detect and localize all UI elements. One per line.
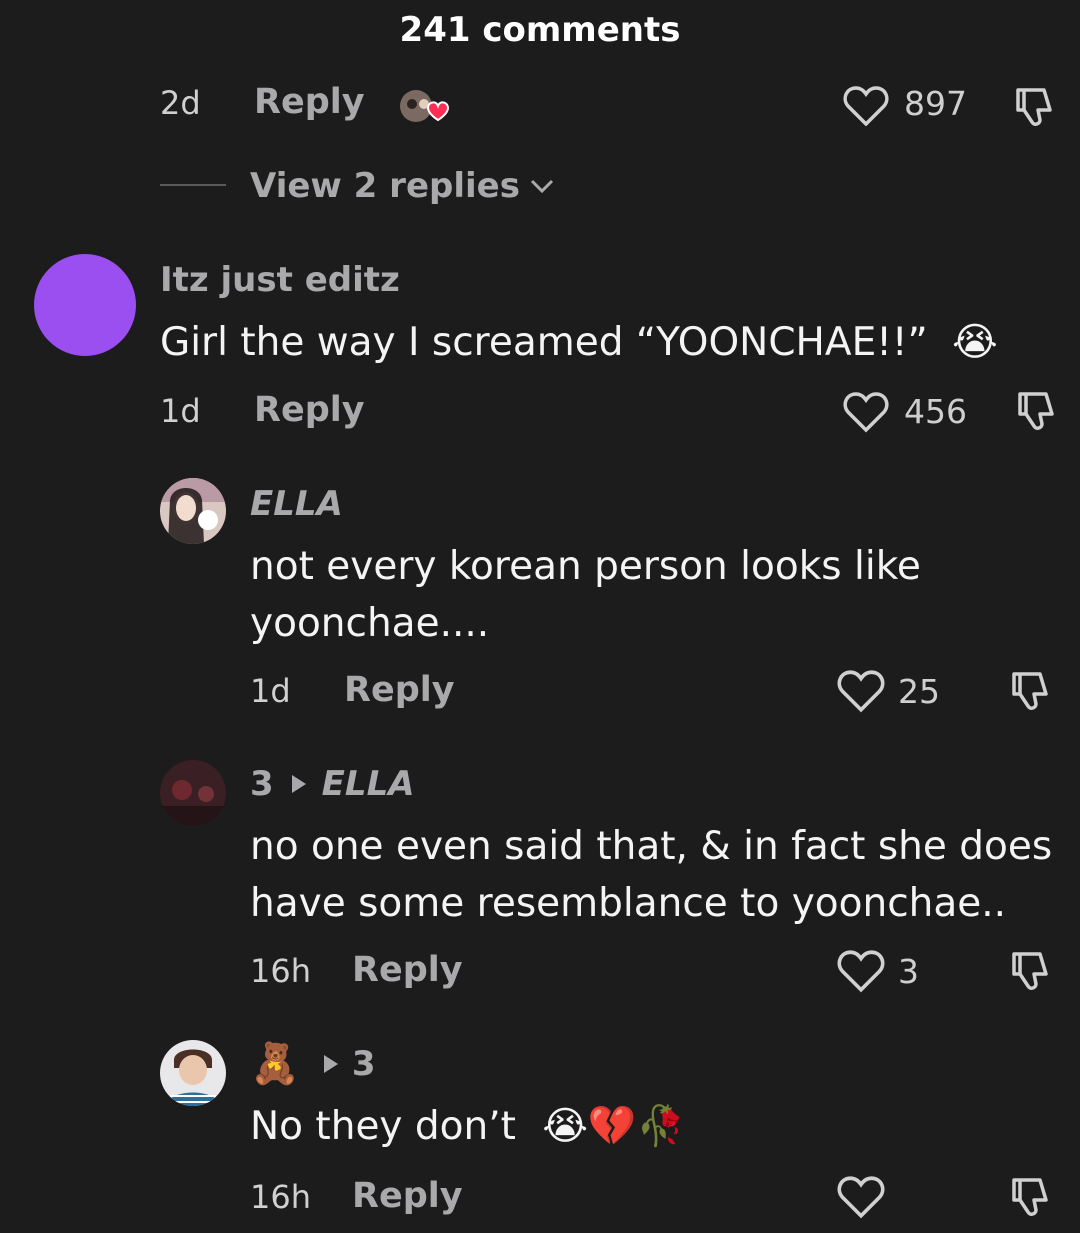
comment-timestamp: 1d <box>160 392 201 430</box>
heart-outline-icon <box>837 950 885 993</box>
reply-button[interactable]: Reply <box>352 950 463 990</box>
dislike-button[interactable] <box>1010 84 1058 128</box>
thumbs-down-outline-icon <box>1012 952 1048 990</box>
comment-text-line: no one even said that, & in fact she doe… <box>250 824 1053 869</box>
like-count: 25 <box>898 672 940 711</box>
reply-button[interactable]: Reply <box>254 82 365 122</box>
comment-text: Girl the way I screamed “YOONCHAE!!” 😭 <box>160 314 998 371</box>
reply-button[interactable]: Reply <box>344 670 455 710</box>
comment-text: not every korean person looks like yoonc… <box>250 538 921 652</box>
avatar[interactable] <box>160 760 226 826</box>
comment-timestamp: 1d <box>250 672 291 710</box>
reply-target-header: 3 ELLA <box>250 764 415 804</box>
like-count: 456 <box>904 392 967 431</box>
like-button[interactable] <box>842 390 890 434</box>
view-replies-label: View 2 replies <box>250 166 520 206</box>
play-triangle-icon <box>291 775 306 793</box>
dislike-button[interactable] <box>1012 388 1060 434</box>
comment-timestamp: 16h <box>250 952 311 990</box>
emoji-sequence: 😭💔🥀 <box>542 1104 686 1149</box>
teddy-bear-username[interactable]: 🧸 <box>250 1040 300 1087</box>
dislike-button[interactable] <box>1006 668 1054 714</box>
like-button[interactable] <box>842 86 890 127</box>
like-button[interactable] <box>836 948 886 994</box>
comment-timestamp: 16h <box>250 1178 311 1216</box>
avatar[interactable] <box>160 1040 226 1106</box>
dislike-button[interactable] <box>1006 948 1054 994</box>
heart-outline-icon <box>837 1176 885 1219</box>
comments-header-title: 241 comments <box>399 10 681 50</box>
avatar[interactable] <box>34 254 136 356</box>
comment-text-line: not every korean person looks like <box>250 544 921 589</box>
comment-text: No they don’t 😭💔🥀 <box>250 1098 685 1155</box>
replies-divider <box>160 184 226 186</box>
like-count: 897 <box>904 84 967 123</box>
avatar[interactable] <box>160 478 226 544</box>
reply-target-username[interactable]: ELLA <box>322 764 415 804</box>
like-button[interactable] <box>836 1174 886 1220</box>
comment-timestamp: 2d <box>160 84 201 122</box>
comment-text-content: No they don’t <box>250 1104 516 1149</box>
heart-outline-icon <box>843 86 889 127</box>
thumbs-down-outline-icon <box>1018 392 1054 430</box>
heart-outline-icon <box>843 392 889 433</box>
thumbs-down-outline-icon <box>1016 88 1052 126</box>
thumbs-down-outline-icon <box>1012 1178 1048 1216</box>
like-button[interactable] <box>836 668 886 714</box>
comment-text: no one even said that, & in fact she doe… <box>250 818 1052 932</box>
creator-liked-badge <box>398 86 454 126</box>
crying-face-emoji: 😭 <box>952 320 998 365</box>
comment-text-line: have some resemblance to yoonchae.. <box>250 881 1007 926</box>
heart-outline-icon <box>837 670 885 713</box>
reply-target-username[interactable]: 3 <box>352 1044 376 1084</box>
comment-text-line: yoonchae.... <box>250 601 490 646</box>
comment-username[interactable]: ELLA <box>250 484 343 524</box>
reply-button[interactable]: Reply <box>352 1176 463 1216</box>
chevron-down-icon <box>530 179 554 194</box>
view-replies-button[interactable]: View 2 replies <box>250 166 556 206</box>
comment-text-content: Girl the way I screamed “YOONCHAE!!” <box>160 320 928 365</box>
thumbs-down-outline-icon <box>1012 672 1048 710</box>
play-triangle-icon <box>323 1054 338 1073</box>
dislike-button[interactable] <box>1006 1174 1054 1220</box>
like-count: 3 <box>898 952 919 991</box>
comment-username[interactable]: Itz just editz <box>160 260 400 300</box>
reply-button[interactable]: Reply <box>254 390 365 430</box>
reply-target-header: 🧸 3 <box>250 1040 375 1087</box>
comment-username[interactable]: 3 <box>250 764 274 804</box>
